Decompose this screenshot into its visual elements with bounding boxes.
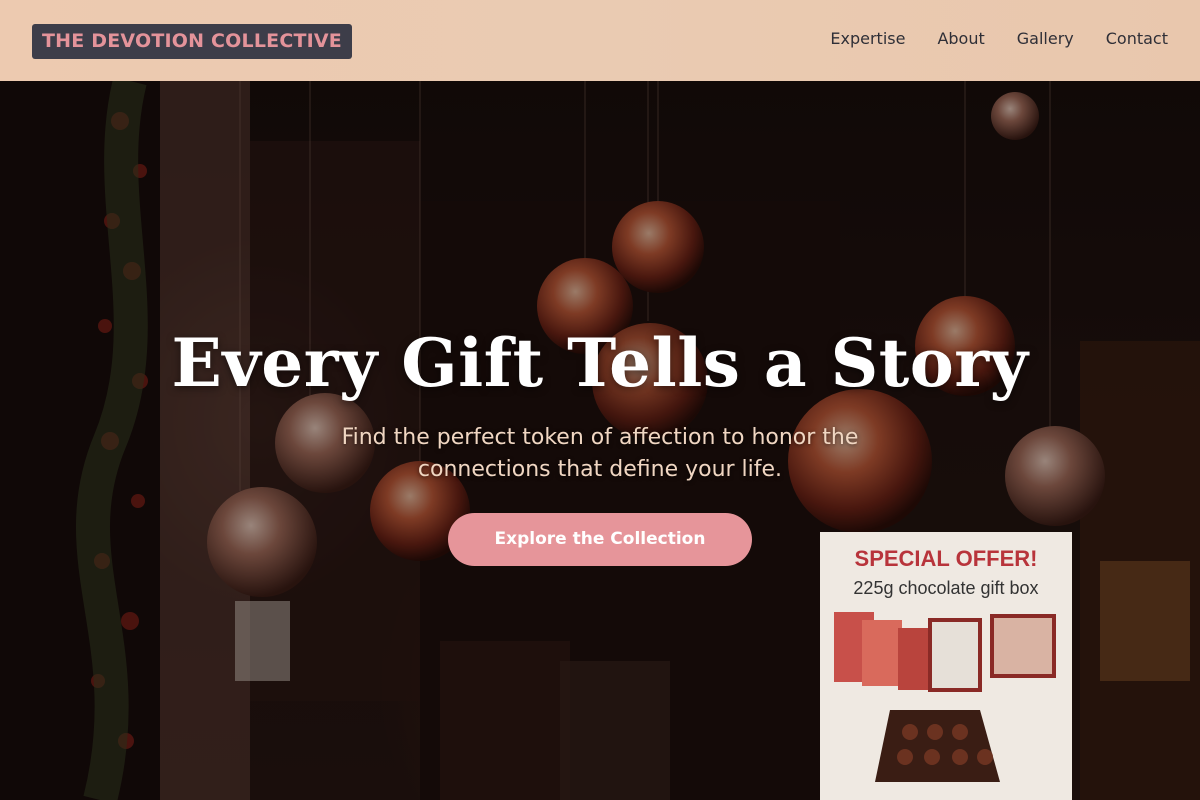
hero-title: Every Gift Tells a Story <box>171 324 1029 402</box>
nav-link-expertise[interactable]: Expertise <box>830 29 905 49</box>
chocolate-boxes-illustration <box>834 612 1056 782</box>
nav-link-about[interactable]: About <box>937 29 984 49</box>
nav-link-contact[interactable]: Contact <box>1106 29 1168 49</box>
site-logo[interactable]: THE DEVOTION COLLECTIVE <box>32 24 352 59</box>
nav-link-gallery[interactable]: Gallery <box>1017 29 1074 49</box>
hero-subtitle: Find the perfect token of affection to h… <box>341 425 859 482</box>
special-offer-sign: SPECIAL OFFER! 225g chocolate gift box <box>820 532 1072 800</box>
main-nav: Expertise About Gallery Contact <box>830 29 1168 49</box>
hero-section: SPECIAL OFFER! 225g chocolate gift box E… <box>0 81 1200 800</box>
explore-collection-button[interactable]: Explore the Collection <box>448 513 752 566</box>
site-header: THE DEVOTION COLLECTIVE Expertise About … <box>0 0 1200 81</box>
